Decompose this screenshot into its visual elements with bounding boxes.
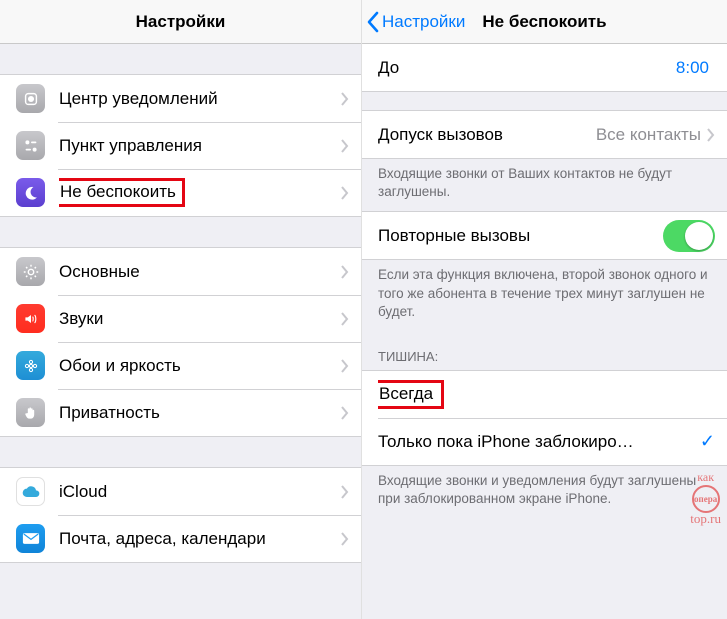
label: Пункт управления <box>59 136 341 156</box>
chevron-left-icon <box>366 11 380 33</box>
control-center-icon <box>16 131 45 160</box>
dnd-navbar: Настройки Не беспокоить <box>362 0 727 44</box>
chevron-right-icon <box>341 406 349 420</box>
item-do-not-disturb[interactable]: Не беспокоить <box>0 169 361 216</box>
chevron-right-icon <box>341 265 349 279</box>
label: Не беспокоить <box>59 178 341 207</box>
label: Почта, адреса, календари <box>59 529 341 549</box>
chevron-right-icon <box>341 312 349 326</box>
label: Обои и яркость <box>59 356 341 376</box>
repeated-calls-note: Если эта функция включена, второй звонок… <box>362 260 727 331</box>
item-sounds[interactable]: Звуки <box>0 295 361 342</box>
item-general[interactable]: Основные <box>0 248 361 295</box>
item-control-center[interactable]: Пункт управления <box>0 122 361 169</box>
item-mail-contacts-calendars[interactable]: Почта, адреса, календари <box>0 515 361 562</box>
label: Допуск вызовов <box>378 125 596 145</box>
chevron-right-icon <box>341 359 349 373</box>
back-button[interactable]: Настройки <box>366 0 465 44</box>
repeated-calls-toggle[interactable] <box>663 220 715 252</box>
silence-note: Входящие звонки и уведомления будут загл… <box>362 466 727 518</box>
label: Звуки <box>59 309 341 329</box>
page-title: Не беспокоить <box>482 12 606 32</box>
speaker-icon <box>16 304 45 333</box>
item-wallpaper-brightness[interactable]: Обои и яркость <box>0 342 361 389</box>
chevron-right-icon <box>341 186 349 200</box>
silence-section-header: ТИШИНА: <box>362 331 727 370</box>
label: Основные <box>59 262 341 282</box>
label: Повторные вызовы <box>378 226 663 246</box>
watermark: как опера top.ru <box>690 470 721 527</box>
option-silence-always[interactable]: Всегда <box>362 371 727 418</box>
item-notification-center[interactable]: Центр уведомлений <box>0 75 361 122</box>
chevron-right-icon <box>341 485 349 499</box>
cloud-icon <box>16 477 45 506</box>
until-time-value: 8:00 <box>676 58 709 78</box>
row-allow-calls-from[interactable]: Допуск вызовов Все контакты <box>362 111 727 158</box>
allow-calls-value: Все контакты <box>596 125 701 145</box>
checkmark-icon: ✓ <box>700 431 715 452</box>
back-label: Настройки <box>382 12 465 32</box>
label: iCloud <box>59 482 341 502</box>
item-privacy[interactable]: Приватность <box>0 389 361 436</box>
gear-icon <box>16 257 45 286</box>
settings-navbar: Настройки <box>0 0 361 44</box>
page-title: Настройки <box>136 12 226 32</box>
mail-icon <box>16 524 45 553</box>
label: Приватность <box>59 403 341 423</box>
row-until-time[interactable]: До 8:00 <box>362 44 727 91</box>
allow-calls-note: Входящие звонки от Ваших контактов не бу… <box>362 159 727 211</box>
label: Центр уведомлений <box>59 89 341 109</box>
moon-icon <box>16 178 45 207</box>
chevron-right-icon <box>341 92 349 106</box>
label: До <box>378 58 676 78</box>
notification-center-icon <box>16 84 45 113</box>
hand-icon <box>16 398 45 427</box>
flower-icon <box>16 351 45 380</box>
label: Всегда <box>378 380 715 409</box>
chevron-right-icon <box>341 532 349 546</box>
option-silence-locked[interactable]: Только пока iPhone заблокиро… ✓ <box>362 418 727 465</box>
chevron-right-icon <box>341 139 349 153</box>
label: Только пока iPhone заблокиро… <box>378 432 694 452</box>
row-repeated-calls[interactable]: Повторные вызовы <box>362 212 727 259</box>
chevron-right-icon <box>707 128 715 142</box>
item-icloud[interactable]: iCloud <box>0 468 361 515</box>
